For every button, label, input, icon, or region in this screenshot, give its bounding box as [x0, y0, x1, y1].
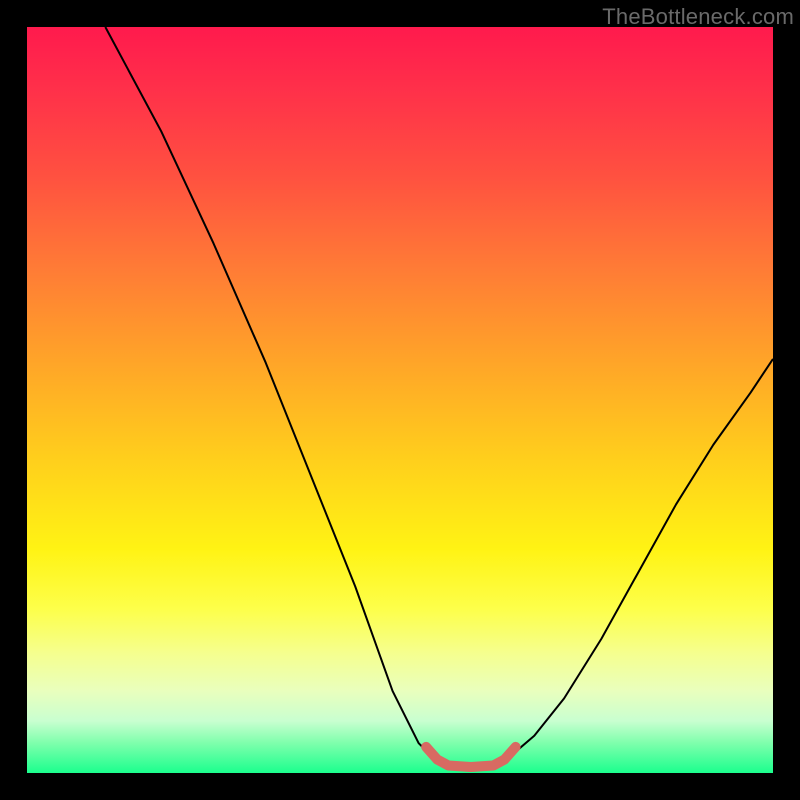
plot-area [27, 27, 773, 773]
curve-valley-accent [426, 747, 516, 767]
curve-right-branch [508, 359, 773, 758]
curve-left-branch [105, 27, 433, 758]
curve-layer [27, 27, 773, 773]
watermark-text: TheBottleneck.com [602, 4, 794, 30]
chart-frame: TheBottleneck.com [0, 0, 800, 800]
